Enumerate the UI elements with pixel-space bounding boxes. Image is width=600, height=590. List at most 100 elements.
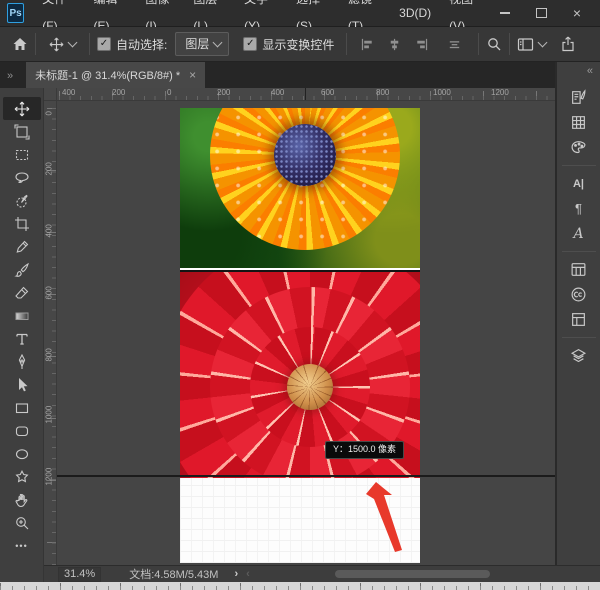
ruler-label: 1200 bbox=[45, 478, 54, 486]
glyphs-panel-icon[interactable]: A bbox=[562, 221, 596, 246]
document-size-info: 文档:4.58M/5.43M bbox=[129, 566, 218, 582]
rectangle-tool[interactable] bbox=[3, 396, 41, 419]
ruler-label: 200 bbox=[45, 168, 54, 176]
auto-select-checkbox[interactable]: ✓ bbox=[97, 37, 111, 51]
rounded-rectangle-tool[interactable] bbox=[3, 419, 41, 442]
ruler-origin-corner[interactable] bbox=[44, 88, 57, 101]
ruler-label: 0 bbox=[45, 108, 54, 116]
paragraph-panel-icon[interactable]: ¶ bbox=[562, 196, 596, 221]
ellipse-tool[interactable] bbox=[3, 442, 41, 465]
quick-selection-tool[interactable] bbox=[3, 189, 41, 212]
canvas-area: 400 200 0 200 400 600 800 1000 1200 0 20… bbox=[44, 88, 555, 565]
move-tool-icon[interactable] bbox=[49, 37, 64, 52]
ruler-label: 400 bbox=[62, 88, 75, 97]
tab-close-icon[interactable]: × bbox=[189, 68, 196, 82]
menu-bar: Ps 文件(F) 编辑(E) 图像(I) 图层(L) 文字(Y) 选择(S) 滤… bbox=[0, 0, 600, 27]
vertical-ruler[interactable]: 0 200 400 600 800 1000 1200 bbox=[44, 101, 57, 565]
options-bar: ✓ 自动选择: 图层 ✓ 显示变换控件 bbox=[0, 27, 600, 62]
horizontal-guide[interactable] bbox=[57, 475, 555, 477]
eraser-tool[interactable] bbox=[3, 281, 41, 304]
auto-select-label: 自动选择: bbox=[116, 36, 167, 53]
workspace-icon[interactable] bbox=[517, 37, 534, 52]
close-icon[interactable]: × bbox=[564, 4, 590, 22]
photoshop-window: Ps 文件(F) 编辑(E) 图像(I) 图层(L) 文字(Y) 选择(S) 滤… bbox=[0, 0, 600, 590]
history-panel-icon[interactable] bbox=[562, 85, 596, 110]
distribute-icon bbox=[447, 37, 462, 52]
align-left-icon bbox=[360, 37, 375, 52]
align-center-horizontal-icon bbox=[387, 37, 402, 52]
document-tab-title: 未标题-1 @ 31.4%(RGB/8#) * bbox=[35, 67, 180, 83]
lasso-tool[interactable] bbox=[3, 166, 41, 189]
ruler-label: 600 bbox=[321, 88, 334, 97]
ruler-cursor-marker bbox=[305, 88, 306, 101]
canvas-viewport[interactable]: Y：1500.0 像素 bbox=[57, 101, 555, 565]
tools-panel: ••• bbox=[0, 88, 44, 582]
sunflower-photo bbox=[180, 108, 420, 268]
custom-shape-tool[interactable] bbox=[3, 465, 41, 488]
hand-tool[interactable] bbox=[3, 488, 41, 511]
ruler-label: 200 bbox=[112, 88, 125, 97]
show-transform-label: 显示变换控件 bbox=[262, 36, 334, 53]
guide-position-tooltip: Y：1500.0 像素 bbox=[325, 441, 404, 459]
chevron-down-icon[interactable] bbox=[68, 38, 78, 48]
ruler-label: 400 bbox=[271, 88, 284, 97]
swatches-panel-icon[interactable] bbox=[562, 110, 596, 135]
auto-select-target-dropdown[interactable]: 图层 bbox=[175, 32, 229, 56]
zoom-tool[interactable] bbox=[3, 511, 41, 534]
status-popup-arrow-icon[interactable]: › bbox=[234, 568, 238, 580]
background-page-ruler-strip bbox=[0, 582, 600, 590]
align-right-icon bbox=[414, 37, 429, 52]
libraries-panel-icon[interactable] bbox=[562, 257, 596, 282]
creative-cloud-icon[interactable] bbox=[562, 282, 596, 307]
auto-select-target-value: 图层 bbox=[185, 35, 209, 52]
frame-tool[interactable] bbox=[3, 120, 41, 143]
pen-tool[interactable] bbox=[3, 350, 41, 373]
ruler-label: 0 bbox=[167, 88, 171, 97]
ruler-label: 1000 bbox=[433, 88, 451, 97]
tab-overflow-chevrons-icon[interactable]: » bbox=[7, 70, 12, 82]
ruler-label: 800 bbox=[45, 354, 54, 362]
more-tools-button[interactable]: ••• bbox=[3, 534, 41, 557]
menu-3d[interactable]: 3D(D) bbox=[390, 0, 440, 27]
expand-panels-chevrons-icon[interactable]: « bbox=[587, 65, 592, 77]
search-icon[interactable] bbox=[486, 36, 502, 52]
marquee-tool[interactable] bbox=[3, 143, 41, 166]
dahlia-center bbox=[287, 364, 333, 410]
show-transform-checkbox[interactable]: ✓ bbox=[243, 37, 257, 51]
layers-panel-icon[interactable] bbox=[562, 343, 596, 368]
brush-tool[interactable] bbox=[3, 258, 41, 281]
color-panel-icon[interactable] bbox=[562, 135, 596, 160]
status-arrow-left-icon: ‹ bbox=[246, 568, 250, 580]
right-panel-dock: « A| ¶ A bbox=[555, 62, 600, 565]
ruler-label: 400 bbox=[45, 230, 54, 238]
ruler-label: 200 bbox=[217, 88, 230, 97]
horizontal-ruler[interactable]: 400 200 0 200 400 600 800 1000 1200 bbox=[57, 88, 555, 101]
character-panel-icon[interactable]: A| bbox=[562, 171, 596, 196]
ruler-label: 600 bbox=[45, 292, 54, 300]
ruler-label: 800 bbox=[376, 88, 389, 97]
path-selection-tool[interactable] bbox=[3, 373, 41, 396]
red-arrow-annotation bbox=[365, 482, 410, 554]
properties-panel-icon[interactable] bbox=[562, 307, 596, 332]
minimize-icon[interactable] bbox=[492, 4, 518, 22]
eyedropper-tool[interactable] bbox=[3, 235, 41, 258]
photoshop-logo-icon: Ps bbox=[7, 3, 24, 23]
chevron-down-icon[interactable] bbox=[538, 38, 548, 48]
type-tool[interactable] bbox=[3, 327, 41, 350]
move-tool[interactable] bbox=[3, 97, 41, 120]
gradient-tool[interactable] bbox=[3, 304, 41, 327]
share-icon[interactable] bbox=[560, 36, 576, 52]
document-tab[interactable]: 未标题-1 @ 31.4%(RGB/8#) * × bbox=[26, 62, 205, 88]
horizontal-scrollbar-thumb[interactable] bbox=[335, 570, 490, 578]
status-bar: 31.4% 文档:4.58M/5.43M › ‹ bbox=[44, 565, 600, 582]
zoom-level-field[interactable]: 31.4% bbox=[58, 567, 101, 582]
maximize-icon[interactable] bbox=[528, 4, 554, 22]
tab-bar: » 未标题-1 @ 31.4%(RGB/8#) * × bbox=[0, 62, 555, 88]
ruler-label: 1200 bbox=[491, 88, 509, 97]
ruler-label: 1000 bbox=[45, 416, 54, 424]
home-icon[interactable] bbox=[12, 36, 28, 52]
sunflower-center bbox=[274, 124, 336, 186]
crop-tool[interactable] bbox=[3, 212, 41, 235]
chevron-down-icon bbox=[213, 37, 223, 47]
window-controls: × bbox=[492, 4, 600, 22]
